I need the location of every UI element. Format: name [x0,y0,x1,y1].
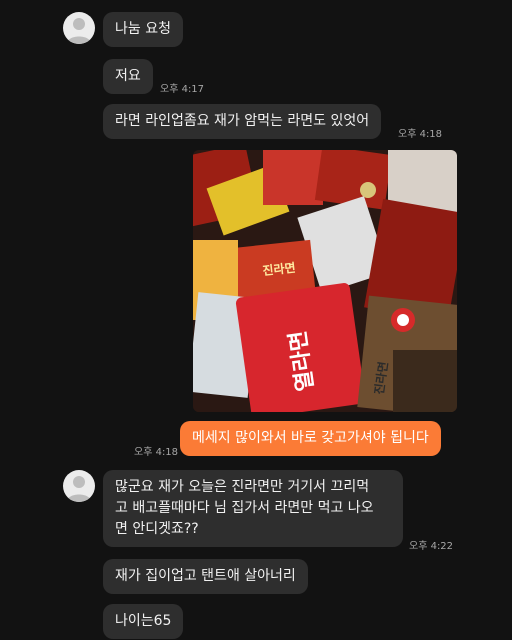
message-bubble-incoming[interactable]: 많군요 재가 오늘은 진라면만 거기서 끄리먹 고 배고플때마다 님 집가서 라… [103,470,403,547]
message-bubble-incoming[interactable]: 라면 라인업좀요 재가 암먹는 라면도 있엇어 [103,104,382,139]
shared-photo[interactable]: 진라면 열라면 진라면 [193,150,457,412]
message-text-line: 면 안디겟죠?? [115,521,199,537]
message-text: 나눔 요청 [115,21,171,37]
default-profile-icon [67,476,91,502]
message-bubble-incoming[interactable]: 나이는65 [103,604,184,639]
message-text-line: 많군요 재가 오늘은 진라면만 거기서 끄리먹 [115,479,370,495]
ramen-photo-image: 진라면 열라면 진라면 [193,150,457,412]
message-time: 오후 4:18 [134,447,179,458]
message-text: 메세지 많이와서 바로 갖고가셔야 됩니다 [192,430,429,446]
message-text: 나이는65 [115,613,172,629]
message-time: 오후 4:17 [160,84,205,95]
sender-avatar[interactable] [63,470,95,502]
message-text: 저요 [115,68,141,84]
message-bubble-outgoing[interactable]: 메세지 많이와서 바로 갖고가셔야 됩니다 [180,421,441,456]
message-bubble-incoming[interactable]: 저요 [103,59,153,94]
message-time: 오후 4:22 [409,541,454,552]
message-text-line: 고 배고플때마다 님 집가서 라면만 먹고 나오 [115,500,374,516]
message-text: 라면 라인업좀요 재가 암먹는 라면도 있엇어 [115,113,370,129]
sender-avatar[interactable] [63,12,95,44]
message-text: 재가 집이업고 탠트애 살아너리 [115,568,296,584]
message-bubble-incoming[interactable]: 재가 집이업고 탠트애 살아너리 [103,559,308,594]
default-profile-icon [67,18,91,44]
message-time: 오후 4:18 [398,129,443,140]
message-bubble-incoming[interactable]: 나눔 요청 [103,12,183,47]
